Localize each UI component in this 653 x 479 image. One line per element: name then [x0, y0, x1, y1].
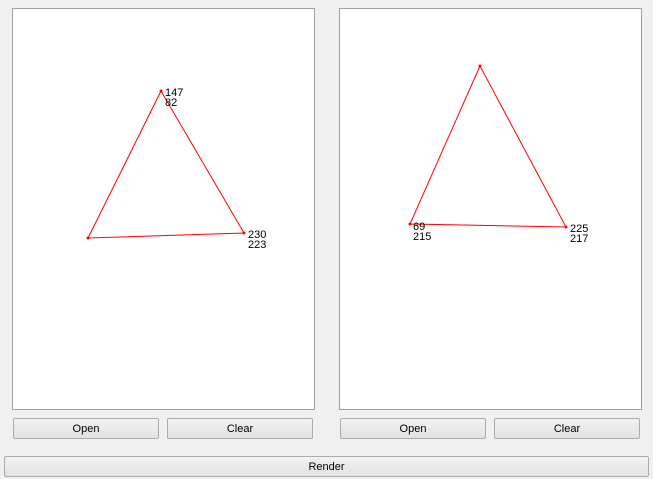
left-vertex-bottom-left[interactable]	[86, 236, 90, 240]
right-clear-button[interactable]: Clear	[494, 418, 640, 439]
left-vertex-top-y-label: 82	[165, 97, 177, 109]
right-triangle-drawing: 69 215 225 217	[408, 64, 588, 245]
right-open-button[interactable]: Open	[340, 418, 486, 439]
left-triangle-drawing: 147 82 230 223	[86, 87, 266, 251]
left-triangle	[87, 89, 245, 239]
right-triangle	[409, 64, 567, 228]
right-vertex-bottom-right[interactable]	[564, 225, 568, 229]
right-vertex-top[interactable]	[478, 64, 482, 68]
left-vertex-bottom-right[interactable]	[242, 231, 246, 235]
left-vertex-top[interactable]	[159, 89, 163, 93]
right-vertex-bottom-right-y-label: 217	[570, 233, 588, 245]
left-clear-button[interactable]: Clear	[167, 418, 313, 439]
right-canvas[interactable]: 69 215 225 217	[339, 8, 642, 410]
render-button[interactable]: Render	[4, 456, 649, 477]
left-vertex-bottom-right-y-label: 223	[248, 239, 266, 251]
left-canvas[interactable]: 147 82 230 223	[12, 8, 315, 410]
left-open-button[interactable]: Open	[13, 418, 159, 439]
right-vertex-bottom-left-y-label: 215	[413, 231, 431, 243]
right-vertex-bottom-left[interactable]	[408, 222, 412, 226]
